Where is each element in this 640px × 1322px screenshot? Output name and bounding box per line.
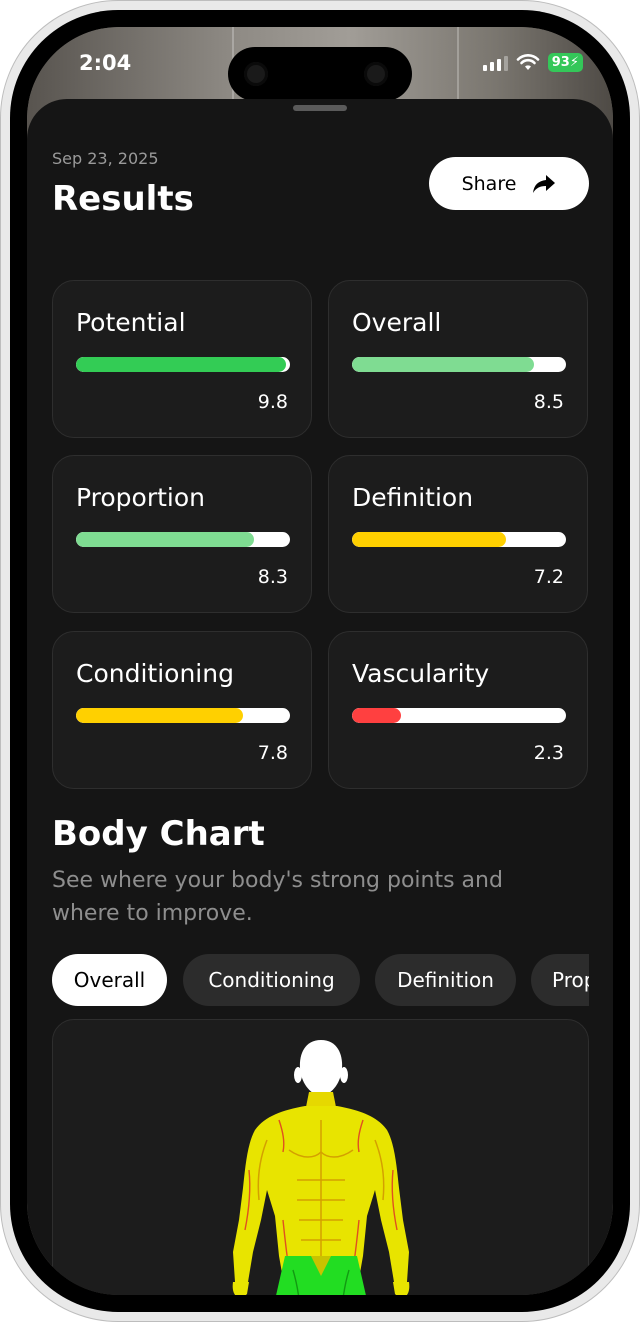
- score-bar: [352, 708, 566, 723]
- tab-conditioning[interactable]: Conditioning: [183, 954, 360, 1006]
- metric-label: Potential: [76, 308, 186, 337]
- metric-label: Vascularity: [352, 659, 490, 688]
- metric-card-vascularity[interactable]: Vascularity 2.3: [328, 631, 588, 789]
- metric-card-overall[interactable]: Overall 8.5: [328, 280, 588, 438]
- dynamic-island: [228, 47, 412, 101]
- score-bar-fill: [352, 532, 507, 547]
- metric-score: 8.3: [257, 566, 288, 588]
- share-arrow-icon: [533, 174, 556, 193]
- body-chart-title: Body Chart: [52, 814, 265, 854]
- metric-label: Conditioning: [76, 659, 234, 688]
- tab-proportion[interactable]: Proportion: [531, 954, 589, 1006]
- body-chart-subtitle: See where your body's strong points and …: [52, 868, 503, 926]
- score-bar: [76, 532, 290, 547]
- score-bar-fill: [352, 357, 534, 372]
- score-bar-fill: [76, 708, 243, 723]
- body-chart-tabs: Overall Conditioning Definition Proporti…: [52, 954, 589, 1008]
- score-bar: [76, 708, 290, 723]
- metric-label: Definition: [352, 483, 474, 512]
- results-date: Sep 23, 2025: [52, 149, 159, 168]
- metric-score: 8.5: [533, 391, 564, 413]
- sheet-grabber[interactable]: [293, 105, 347, 111]
- score-bar-fill: [76, 357, 286, 372]
- screen: 2:04 93⚡ Sep 23, 2025 Results Share Pote…: [27, 27, 613, 1295]
- metric-card-conditioning[interactable]: Conditioning 7.8: [52, 631, 312, 789]
- metric-label: Overall: [352, 308, 442, 337]
- battery-icon: 93⚡: [547, 53, 583, 72]
- metric-score: 2.3: [533, 742, 564, 764]
- status-time: 2:04: [79, 51, 132, 75]
- page-title: Results: [52, 179, 194, 219]
- status-icons: 93⚡: [482, 53, 583, 72]
- metric-label: Proportion: [76, 483, 205, 512]
- wifi-icon: [516, 53, 540, 70]
- body-chart-panel: [52, 1019, 589, 1295]
- results-sheet: Sep 23, 2025 Results Share Potential 9.8…: [27, 99, 613, 1295]
- share-button[interactable]: Share: [429, 157, 589, 210]
- tab-overall[interactable]: Overall: [52, 954, 167, 1006]
- tab-definition[interactable]: Definition: [375, 954, 516, 1006]
- score-bar: [352, 357, 566, 372]
- metric-score: 9.8: [257, 391, 288, 413]
- metric-card-proportion[interactable]: Proportion 8.3: [52, 455, 312, 613]
- score-bar: [352, 532, 566, 547]
- metric-card-potential[interactable]: Potential 9.8: [52, 280, 312, 438]
- metric-card-definition[interactable]: Definition 7.2: [328, 455, 588, 613]
- metric-score: 7.2: [533, 566, 564, 588]
- signal-icon: [482, 55, 508, 71]
- score-bar: [76, 357, 290, 372]
- score-bar-fill: [352, 708, 402, 723]
- body-figure-icon: [232, 1040, 410, 1295]
- metric-score: 7.8: [257, 742, 288, 764]
- score-bar-fill: [76, 532, 254, 547]
- share-label: Share: [461, 172, 517, 195]
